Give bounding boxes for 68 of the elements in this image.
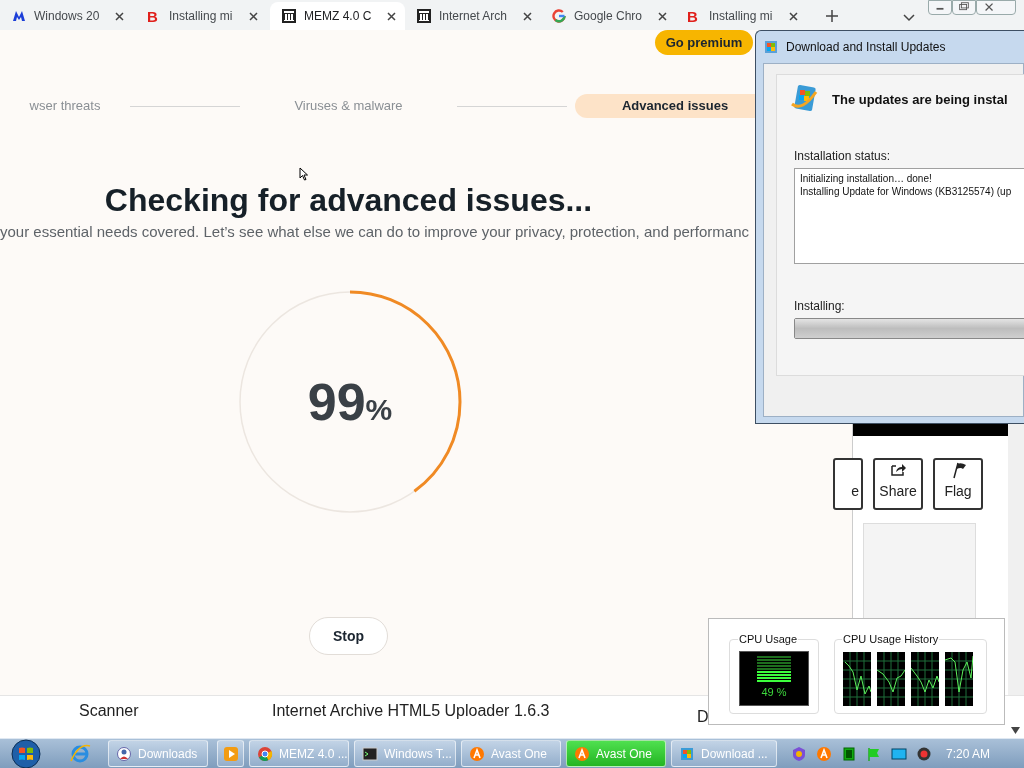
browser-tab[interactable]: Windows 20	[0, 2, 135, 30]
monitor-gauge-icon[interactable]	[841, 745, 857, 762]
chevron-down-icon[interactable]	[903, 14, 915, 22]
play-icon	[222, 745, 239, 762]
close-icon[interactable]	[387, 11, 397, 21]
share-icon	[889, 462, 907, 479]
close-icon[interactable]	[658, 11, 668, 21]
start-button[interactable]	[9, 738, 43, 768]
browser-tab[interactable]: Google Chro	[540, 2, 675, 30]
close-icon[interactable]	[789, 11, 798, 21]
browser-tab[interactable]: B Installing mi	[135, 2, 270, 30]
logo-icon	[12, 10, 26, 22]
action-button[interactable]: Flag	[933, 458, 983, 510]
google-icon	[552, 9, 566, 23]
tab-label: MEMZ 4.0 C	[304, 8, 372, 25]
browser-tab[interactable]: MEMZ 4.0 C	[270, 2, 405, 30]
table-cell-text: D	[697, 707, 709, 727]
museum-icon	[417, 9, 431, 23]
updates-icon	[679, 745, 695, 762]
update-icon	[764, 40, 778, 54]
progress-step: wser threats	[0, 94, 130, 118]
close-icon[interactable]	[249, 11, 258, 21]
minimize-icon[interactable]	[928, 0, 952, 15]
window-title: Download and Install Updates	[786, 39, 946, 56]
progress-value: 99%	[307, 372, 393, 433]
chrome-icon	[257, 745, 273, 762]
avast-icon	[469, 745, 485, 762]
avast-icon	[574, 745, 590, 762]
tab-label: Internet Arch	[439, 8, 508, 25]
site-icon: B	[147, 8, 161, 24]
progress-label: Installing:	[794, 298, 845, 315]
update-icon	[790, 84, 818, 114]
tab-label: Google Chro	[574, 8, 643, 25]
tab-label: Installing mi	[709, 8, 773, 25]
browser-tab[interactable]: Internet Arch	[405, 2, 540, 30]
update-heading: The updates are being instal	[832, 91, 1008, 109]
page-title: Checking for advanced issues...	[103, 183, 594, 217]
close-icon[interactable]	[523, 11, 533, 21]
log-line: Installing Update for Windows (KB3125574) (up	[800, 185, 1013, 198]
downloads-icon	[116, 745, 132, 762]
record-icon[interactable]	[916, 745, 932, 762]
scroll-down-icon[interactable]	[1011, 727, 1020, 734]
close-icon[interactable]	[115, 11, 125, 21]
stop-button[interactable]: Stop	[309, 617, 388, 655]
museum-icon	[282, 9, 296, 23]
cpu-history-graph	[945, 652, 973, 706]
action-button[interactable]: e	[833, 458, 863, 510]
shield-icon[interactable]	[791, 745, 807, 762]
restore-icon[interactable]	[952, 0, 976, 15]
cpu-reading: 49 %	[761, 685, 787, 700]
browser-tab[interactable]: B Installing mi	[675, 2, 810, 30]
site-icon: B	[687, 8, 701, 24]
tab-label: Installing mi	[169, 8, 233, 25]
tab-label: Windows 20	[34, 8, 100, 25]
log-line: Initializing installation… done!	[800, 172, 933, 185]
table-cell-text: Scanner	[79, 701, 139, 721]
cpu-history-graph	[843, 652, 871, 706]
terminal-icon	[362, 745, 378, 762]
avast-tray-icon[interactable]	[816, 745, 832, 762]
progress-step: Viruses & malware	[240, 94, 457, 118]
action-button[interactable]: Share	[873, 458, 923, 510]
status-label: Installation status:	[794, 148, 891, 165]
cpu-history-graph	[877, 652, 905, 706]
cpu-history-graph	[911, 652, 939, 706]
page-subtitle: your essential needs covered. Let’s see what else we can do to improve your privacy, protection, and performanc	[0, 222, 750, 242]
new-tab-icon[interactable]	[826, 10, 838, 22]
table-cell-text: Internet Archive HTML5 Uploader 1.6.3	[272, 701, 550, 721]
premium-button[interactable]: Go premium	[655, 30, 753, 55]
